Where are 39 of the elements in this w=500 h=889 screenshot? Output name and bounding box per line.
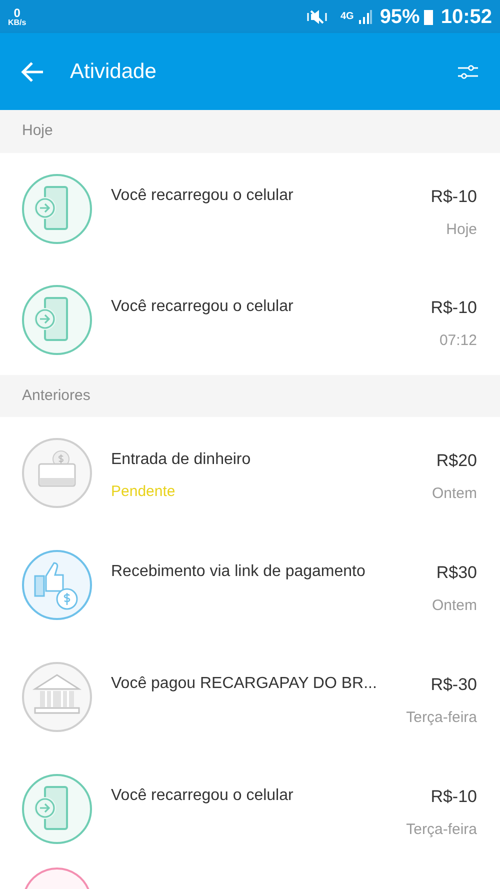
- network-type: 4G: [340, 10, 354, 24]
- activity-title: Recebimento via link de pagamento: [111, 562, 366, 582]
- activity-row[interactable]: Entrada de dinheiro Pendente R$20 Ontem: [0, 417, 500, 529]
- activity-title: Entrada de dinheiro: [111, 450, 252, 470]
- amount: R$-30: [430, 674, 477, 696]
- date-label: Terça-feira: [406, 820, 477, 840]
- amount: R$-10: [430, 297, 477, 319]
- signal-icon: [358, 10, 372, 24]
- section-header: Anteriores: [22, 386, 90, 406]
- speed-unit: KB/s: [8, 18, 26, 26]
- amount: R$-10: [430, 186, 477, 208]
- section-header: Hoje: [22, 121, 53, 142]
- activity-title: Você recarregou o celular: [111, 186, 294, 206]
- activity-row[interactable]: Você pagou RECARGAPAY DO BR... R$-30 Terça-feira: [0, 641, 500, 753]
- amount: R$20: [436, 450, 477, 472]
- amount: R$30: [436, 562, 477, 584]
- cash-slot-icon: [21, 437, 93, 509]
- battery-icon: [424, 8, 433, 24]
- battery-percent: 95%: [380, 4, 420, 30]
- clock: 10:52: [440, 4, 492, 30]
- activity-title: Você pagou RECARGAPAY DO BR...: [111, 674, 378, 694]
- activity-row[interactable]: Você recarregou o celular R$-10 Terça-feira: [0, 753, 500, 865]
- date-label: Ontem: [432, 596, 477, 616]
- activity-title: Você recarregou o celular: [111, 786, 294, 806]
- bank-building-icon: [21, 661, 93, 733]
- activity-row[interactable]: Você recarregou o celular R$-10 Hoje: [0, 153, 500, 264]
- page-title: Atividade: [70, 58, 156, 85]
- status-label: Pendente: [111, 482, 176, 502]
- date-label: 07:12: [439, 330, 477, 350]
- date-label: Terça-feira: [406, 708, 477, 728]
- thumbs-up-coin-icon: [21, 549, 93, 621]
- amount: R$-10: [430, 786, 477, 808]
- muted-vibrate-icon: [306, 8, 328, 24]
- activity-row[interactable]: Recebimento via link de pagamento R$30 Ontem: [0, 529, 500, 641]
- date-label: Hoje: [446, 220, 477, 240]
- activity-row[interactable]: Você recarregou o celular R$-10 07:12: [0, 264, 500, 375]
- activity-title: Você recarregou o celular: [111, 297, 294, 317]
- network-speed: 0: [14, 6, 20, 18]
- date-label: Ontem: [432, 484, 477, 504]
